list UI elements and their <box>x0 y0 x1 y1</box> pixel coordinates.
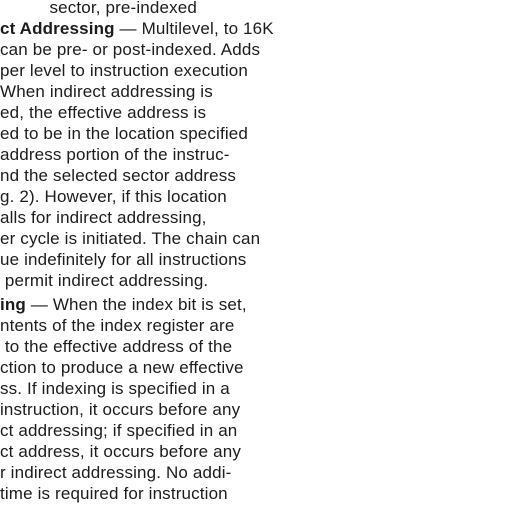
indirect-addressing-line-5: ed, the effective address is <box>0 103 207 122</box>
indirect-addressing-line-3: per level to instruction execution <box>0 61 248 80</box>
indirect-addressing-line-6: ed to be in the location specified <box>0 124 248 143</box>
indirect-addressing-line-7: address portion of the instruc- <box>0 145 230 164</box>
indirect-addressing-line-4: When indirect addressing is <box>0 82 213 101</box>
indexing-line-10: time is required for instruction <box>0 484 228 503</box>
indexing-line-3: to the effective address of the <box>0 337 233 356</box>
indexing-dash: — <box>25 295 53 314</box>
indirect-addressing-line-9: g. 2). However, if this location <box>0 187 227 206</box>
indirect-addressing-line-10: alls for indirect addressing, <box>0 208 207 227</box>
indirect-addressing-heading: ct Addressing <box>0 19 115 38</box>
indirect-addressing-line-13: permit indirect addressing. <box>0 271 209 290</box>
indexing-line-2: ntents of the index register are <box>0 316 235 335</box>
indirect-addressing-line-1: Multilevel, to 16K <box>141 19 274 38</box>
indexing-line-1: When the index bit is set, <box>52 295 247 314</box>
indexing-line-4: ction to produce a new effective <box>0 358 244 377</box>
indexing-line-9: r indirect addressing. No addi- <box>0 463 232 482</box>
indexing-line-6: instruction, it occurs before any <box>0 400 241 419</box>
indexing-line-8: ct address, it occurs before any <box>0 442 242 461</box>
indirect-addressing-line-8: nd the selected sector address <box>0 166 237 185</box>
document-page: sector, pre-indexed ct Addressing — Mult… <box>0 0 512 512</box>
indirect-addressing-heading-line: ct Addressing — Multilevel, to 16K <box>0 18 512 39</box>
indirect-addressing-line-12: ue indefinitely for all instructions <box>0 250 247 269</box>
indirect-addressing-dash: — <box>114 19 142 38</box>
indexing-heading: ing <box>0 295 26 314</box>
text-line-top: sector, pre-indexed <box>30 0 197 17</box>
indexing-line-7: ct addressing; if specified in an <box>0 421 238 440</box>
indirect-addressing-line-11: er cycle is initiated. The chain can <box>0 229 261 248</box>
indexing-heading-line: ing — When the index bit is set, <box>0 294 512 315</box>
indexing-line-5: ss. If indexing is specified in a <box>0 379 230 398</box>
indirect-addressing-line-2: can be pre- or post-indexed. Adds <box>0 40 261 59</box>
